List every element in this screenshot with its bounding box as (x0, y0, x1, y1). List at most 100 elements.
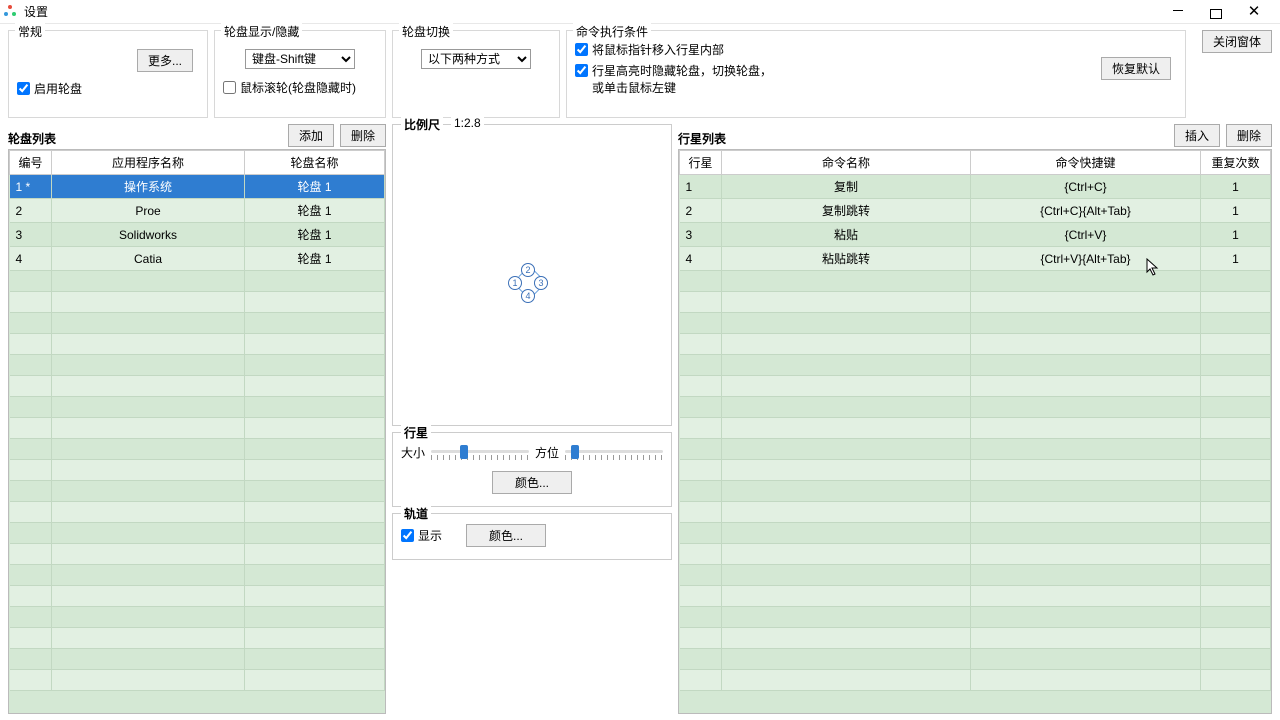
enable-wheel-input[interactable] (17, 82, 30, 95)
col-app[interactable]: 应用程序名称 (52, 151, 245, 175)
orbit-show-input[interactable] (401, 529, 414, 542)
cond2-label: 行星高亮时隐藏轮盘，切换轮盘，或单击鼠标左键 (592, 62, 782, 96)
table-row[interactable] (680, 586, 1271, 607)
table-row[interactable] (10, 607, 385, 628)
scale-value: 1:2.8 (451, 116, 484, 130)
cond2-checkbox[interactable] (575, 64, 588, 77)
scale-title: 比例尺 (401, 116, 443, 133)
table-row[interactable] (680, 376, 1271, 397)
table-row[interactable] (680, 544, 1271, 565)
table-row[interactable] (10, 670, 385, 691)
restore-default-button[interactable]: 恢复默认 (1101, 57, 1171, 80)
table-row[interactable] (680, 670, 1271, 691)
table-row[interactable] (10, 502, 385, 523)
delete-planet-button[interactable]: 删除 (1226, 124, 1272, 147)
azimuth-slider[interactable] (565, 443, 663, 461)
group-general: 常规 更多... 启用轮盘 (8, 30, 208, 118)
show-mode-select[interactable]: 键盘-Shift键 (245, 49, 355, 69)
planet-table[interactable]: 行星 命令名称 命令快捷键 重复次数 1复制{Ctrl+C}12复制跳转{Ctr… (678, 149, 1272, 714)
table-row[interactable]: 3粘贴{Ctrl+V}1 (680, 223, 1271, 247)
orbit-color-button[interactable]: 颜色... (466, 524, 546, 547)
orbit-panel: 轨道 显示 颜色... (392, 513, 672, 560)
col-no[interactable]: 编号 (10, 151, 52, 175)
mouse-wheel-input[interactable] (223, 81, 236, 94)
window-title: 设置 (24, 3, 1164, 20)
wheel-table[interactable]: 编号 应用程序名称 轮盘名称 1 *操作系统轮盘 12Proe轮盘 13Soli… (8, 149, 386, 714)
add-button[interactable]: 添加 (288, 124, 334, 147)
table-row[interactable]: 1 *操作系统轮盘 1 (10, 175, 385, 199)
table-row[interactable] (10, 313, 385, 334)
cond1-checkbox[interactable] (575, 43, 588, 56)
table-row[interactable] (680, 628, 1271, 649)
insert-button[interactable]: 插入 (1174, 124, 1220, 147)
switch-mode-select[interactable]: 以下两种方式 (421, 49, 531, 69)
enable-wheel-checkbox[interactable]: 启用轮盘 (17, 80, 199, 97)
orbit-show-label: 显示 (418, 527, 442, 544)
group-show-hide: 轮盘显示/隐藏 键盘-Shift键 鼠标滚轮(轮盘隐藏时) (214, 30, 386, 118)
table-row[interactable]: 2Proe轮盘 1 (10, 199, 385, 223)
table-row[interactable] (10, 586, 385, 607)
table-row[interactable] (680, 334, 1271, 355)
cond1-label: 将鼠标指针移入行星内部 (592, 41, 724, 58)
table-row[interactable] (680, 292, 1271, 313)
planet-panel: 行星 大小 方位 颜色... (392, 432, 672, 507)
table-row[interactable] (680, 460, 1271, 481)
more-button[interactable]: 更多... (137, 49, 193, 72)
wheel-list-title: 轮盘列表 (8, 130, 56, 147)
planet-node-4: 4 (521, 289, 535, 303)
table-row[interactable] (10, 544, 385, 565)
table-row[interactable] (680, 313, 1271, 334)
table-row[interactable]: 3Solidworks轮盘 1 (10, 223, 385, 247)
size-slider[interactable] (431, 443, 529, 461)
table-row[interactable] (680, 565, 1271, 586)
titlebar: 设置 ✕ (0, 0, 1280, 24)
planet-node-3: 3 (534, 276, 548, 290)
col-cmd[interactable]: 命令名称 (722, 151, 971, 175)
col-wheel[interactable]: 轮盘名称 (245, 151, 385, 175)
table-row[interactable] (680, 418, 1271, 439)
table-row[interactable] (10, 481, 385, 502)
table-row[interactable] (10, 418, 385, 439)
table-row[interactable] (10, 439, 385, 460)
planet-panel-title: 行星 (401, 424, 431, 441)
table-row[interactable] (10, 292, 385, 313)
close-button[interactable]: ✕ (1240, 5, 1268, 19)
group-conditions: 命令执行条件 将鼠标指针移入行星内部 行星高亮时隐藏轮盘，切换轮盘，或单击鼠标左… (566, 30, 1186, 118)
table-row[interactable] (10, 565, 385, 586)
table-row[interactable] (680, 271, 1271, 292)
orbit-show-checkbox[interactable]: 显示 (401, 527, 442, 544)
table-row[interactable] (680, 523, 1271, 544)
size-label: 大小 (401, 444, 425, 461)
table-row[interactable] (680, 607, 1271, 628)
close-panel-button[interactable]: 关闭窗体 (1202, 30, 1272, 53)
mouse-wheel-checkbox[interactable]: 鼠标滚轮(轮盘隐藏时) (223, 79, 377, 96)
table-row[interactable] (10, 355, 385, 376)
delete-button[interactable]: 删除 (340, 124, 386, 147)
col-key[interactable]: 命令快捷键 (971, 151, 1201, 175)
table-row[interactable] (10, 523, 385, 544)
table-row[interactable] (10, 397, 385, 418)
scale-preview: 比例尺 1:2.8 1 2 3 4 (392, 124, 672, 426)
col-planet[interactable]: 行星 (680, 151, 722, 175)
table-row[interactable] (10, 649, 385, 670)
mouse-wheel-label: 鼠标滚轮(轮盘隐藏时) (240, 79, 356, 96)
table-row[interactable]: 1复制{Ctrl+C}1 (680, 175, 1271, 199)
table-row[interactable] (680, 481, 1271, 502)
planet-color-button[interactable]: 颜色... (492, 471, 572, 494)
table-row[interactable] (10, 628, 385, 649)
table-row[interactable] (680, 649, 1271, 670)
table-row[interactable]: 4Catia轮盘 1 (10, 247, 385, 271)
table-row[interactable] (680, 355, 1271, 376)
maximize-button[interactable] (1210, 9, 1222, 19)
table-row[interactable]: 4粘贴跳转{Ctrl+V}{Alt+Tab}1 (680, 247, 1271, 271)
table-row[interactable] (680, 397, 1271, 418)
col-rep[interactable]: 重复次数 (1201, 151, 1271, 175)
table-row[interactable] (10, 376, 385, 397)
table-row[interactable] (680, 439, 1271, 460)
table-row[interactable] (10, 271, 385, 292)
table-row[interactable] (680, 502, 1271, 523)
table-row[interactable] (10, 460, 385, 481)
table-row[interactable]: 2复制跳转{Ctrl+C}{Alt+Tab}1 (680, 199, 1271, 223)
table-row[interactable] (10, 334, 385, 355)
minimize-button[interactable] (1164, 5, 1192, 19)
